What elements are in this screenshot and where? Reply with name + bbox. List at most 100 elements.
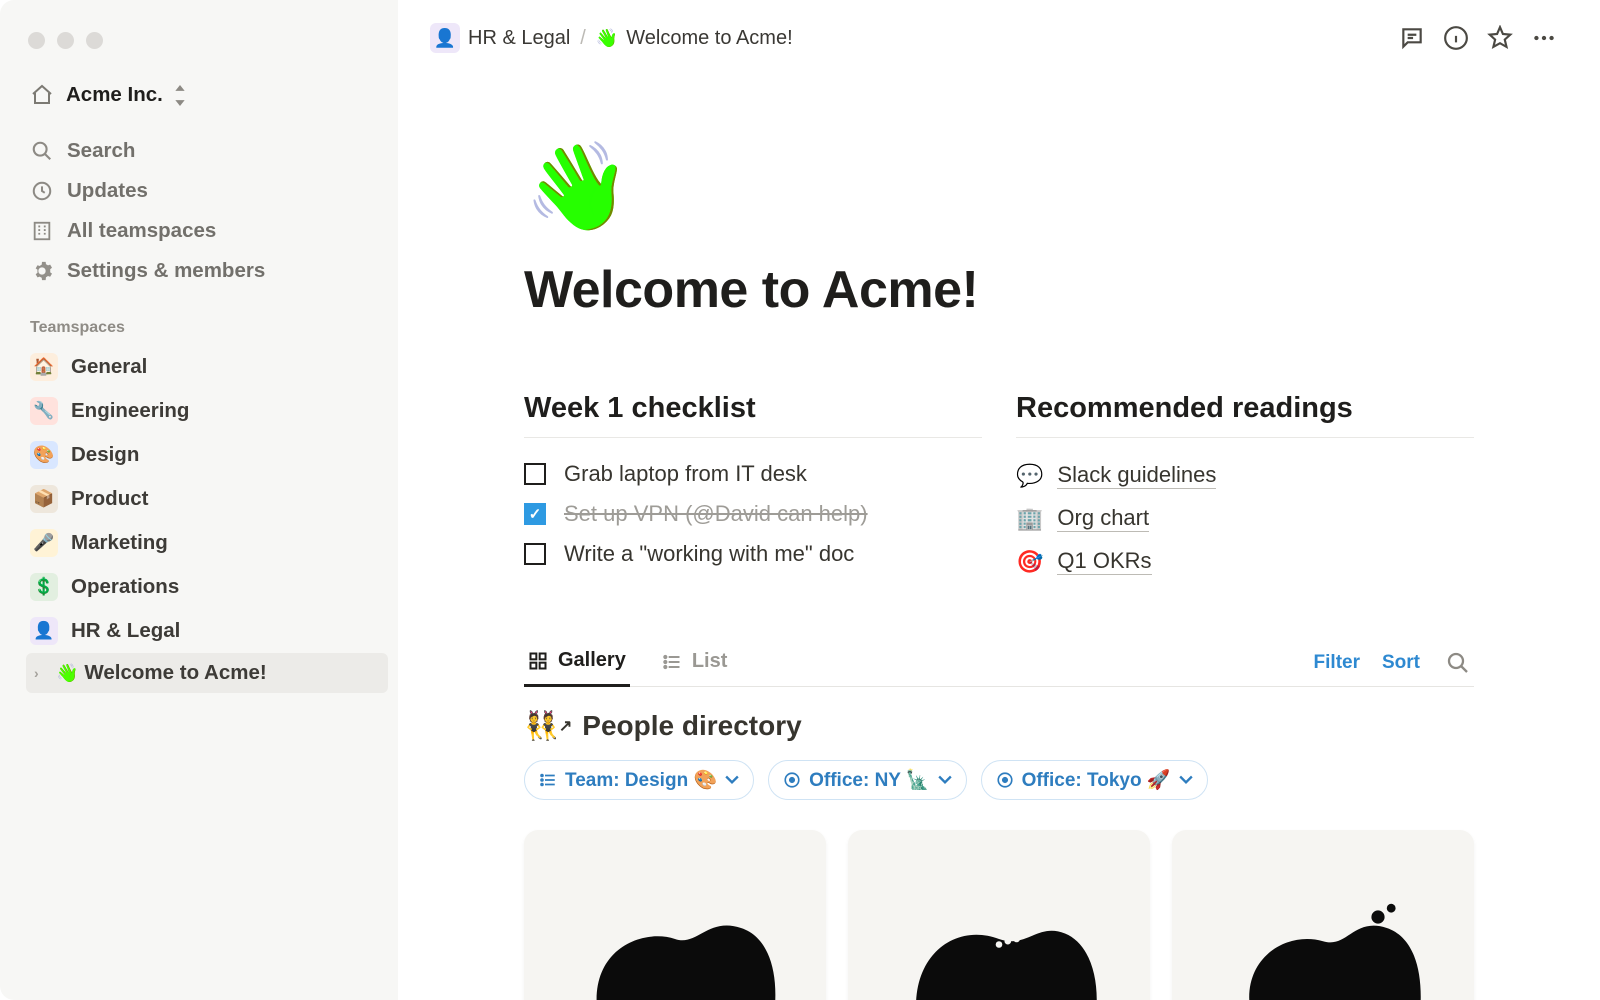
reading-text: Slack guidelines [1057,462,1216,489]
sidebar-item-general[interactable]: 🏠 General [22,345,388,389]
checkbox-checked[interactable]: ✓ [524,503,546,525]
nav-search[interactable]: Search [22,131,388,171]
operations-icon: 💲 [30,573,58,601]
tab-list[interactable]: List [658,640,732,685]
reading-link[interactable]: 🎯 Q1 OKRs [1016,540,1474,583]
main: 👤 HR & Legal / 👋 Welcome to Acme! 👋 [398,0,1600,1000]
sidebar-item-marketing[interactable]: 🎤 Marketing [22,521,388,565]
topbar: 👤 HR & Legal / 👋 Welcome to Acme! [398,0,1600,64]
database-tabs: Gallery List Filter Sort [524,639,1474,687]
readings-column: Recommended readings 💬 Slack guidelines … [1016,392,1474,583]
sidebar-item-operations[interactable]: 💲 Operations [22,565,388,609]
workspace-name: Acme Inc. [66,83,163,107]
sidebar-child-welcome[interactable]: › 👋 Welcome to Acme! [26,653,388,693]
sidebar-item-label: HR & Legal [71,619,180,643]
marketing-icon: 🎤 [30,529,58,557]
window-min-dot[interactable] [57,32,74,49]
sidebar-item-product[interactable]: 📦 Product [22,477,388,521]
tab-gallery-label: Gallery [558,649,626,672]
sidebar-item-engineering[interactable]: 🔧 Engineering [22,389,388,433]
reading-text: Org chart [1057,505,1149,532]
reading-emoji: 🏢 [1016,506,1043,532]
nav-all-teamspaces-label: All teamspaces [67,219,216,243]
reading-emoji: 🎯 [1016,549,1043,575]
chip-office-ny[interactable]: Office: NY 🗽 [768,760,966,800]
database-title-emoji: 👯 [524,709,559,742]
todo-text: Grab laptop from IT desk [564,461,807,487]
product-icon: 📦 [30,485,58,513]
database-title[interactable]: 👯 ↗ People directory [524,709,1474,742]
more-button[interactable] [1528,22,1560,54]
sidebar: Acme Inc. Search Updates All teamspaces [0,0,398,1000]
todo-item[interactable]: Grab laptop from IT desk [524,454,982,494]
chevron-updown-icon [173,85,187,106]
sidebar-item-label: General [71,355,147,379]
reading-text: Q1 OKRs [1057,548,1151,575]
nav-settings-label: Settings & members [67,259,265,283]
breadcrumb: 👤 HR & Legal / 👋 Welcome to Acme! [430,23,793,53]
info-button[interactable] [1440,22,1472,54]
chevron-down-icon [725,773,739,787]
window-controls [28,32,388,49]
design-icon: 🎨 [30,441,58,469]
window-close-dot[interactable] [28,32,45,49]
sort-button[interactable]: Sort [1382,652,1420,674]
page-emoji[interactable]: 👋 [524,144,1474,230]
breadcrumb-parent[interactable]: HR & Legal [468,27,570,50]
hr-icon: 👤 [30,617,58,645]
filter-chips: Team: Design 🎨 Office: NY 🗽 Office: Toky… [524,760,1474,800]
checklist-heading[interactable]: Week 1 checklist [524,392,982,438]
wave-icon: 👋 [56,663,78,684]
todo-item[interactable]: Write a "working with me" doc [524,534,982,574]
checkbox-unchecked[interactable] [524,543,546,565]
filter-button[interactable]: Filter [1314,652,1360,674]
gallery-card[interactable] [1172,830,1474,1000]
breadcrumb-current-icon: 👋 [596,28,618,49]
checklist-column: Week 1 checklist Grab laptop from IT des… [524,392,982,583]
chevron-down-icon [1179,773,1193,787]
chip-text: Office: Tokyo 🚀 [1022,768,1171,792]
page-title[interactable]: Welcome to Acme! [524,260,1474,320]
sidebar-item-label: Operations [71,575,179,599]
window-max-dot[interactable] [86,32,103,49]
general-icon: 🏠 [30,353,58,381]
nav-updates-label: Updates [67,179,148,203]
reading-link[interactable]: 🏢 Org chart [1016,497,1474,540]
sidebar-item-label: Design [71,443,139,467]
readings-heading[interactable]: Recommended readings [1016,392,1474,438]
reading-emoji: 💬 [1016,463,1043,489]
page-body: 👋 Welcome to Acme! Week 1 checklist Grab… [398,64,1600,1000]
chip-text: Team: Design 🎨 [565,768,717,792]
building-icon [30,220,54,242]
tab-gallery[interactable]: Gallery [524,639,630,687]
nav-all-teamspaces[interactable]: All teamspaces [22,211,388,251]
sidebar-item-label: Product [71,487,148,511]
chevron-down-icon [938,773,952,787]
breadcrumb-sep: / [578,27,588,50]
sidebar-item-label: Marketing [71,531,168,555]
nav-search-label: Search [67,139,135,163]
chip-team[interactable]: Team: Design 🎨 [524,760,754,800]
sidebar-item-hr-legal[interactable]: 👤 HR & Legal [22,609,388,653]
engineering-icon: 🔧 [30,397,58,425]
sidebar-item-label: Engineering [71,399,189,423]
reading-link[interactable]: 💬 Slack guidelines [1016,454,1474,497]
clock-icon [30,180,54,202]
checkbox-unchecked[interactable] [524,463,546,485]
database-title-text: People directory [582,710,801,742]
search-icon [30,140,54,162]
nav-settings[interactable]: Settings & members [22,251,388,291]
nav-updates[interactable]: Updates [22,171,388,211]
breadcrumb-current[interactable]: Welcome to Acme! [626,27,792,50]
comments-button[interactable] [1396,22,1428,54]
db-search-button[interactable] [1442,647,1474,679]
gallery-card[interactable] [848,830,1150,1000]
todo-text: Write a "working with me" doc [564,541,854,567]
workspace-switcher[interactable]: Acme Inc. [22,77,388,113]
chip-office-tokyo[interactable]: Office: Tokyo 🚀 [981,760,1208,800]
gallery-card[interactable] [524,830,826,1000]
favorite-button[interactable] [1484,22,1516,54]
todo-item[interactable]: ✓ Set up VPN (@David can help) [524,494,982,534]
todo-text: Set up VPN (@David can help) [564,501,868,527]
sidebar-item-design[interactable]: 🎨 Design [22,433,388,477]
